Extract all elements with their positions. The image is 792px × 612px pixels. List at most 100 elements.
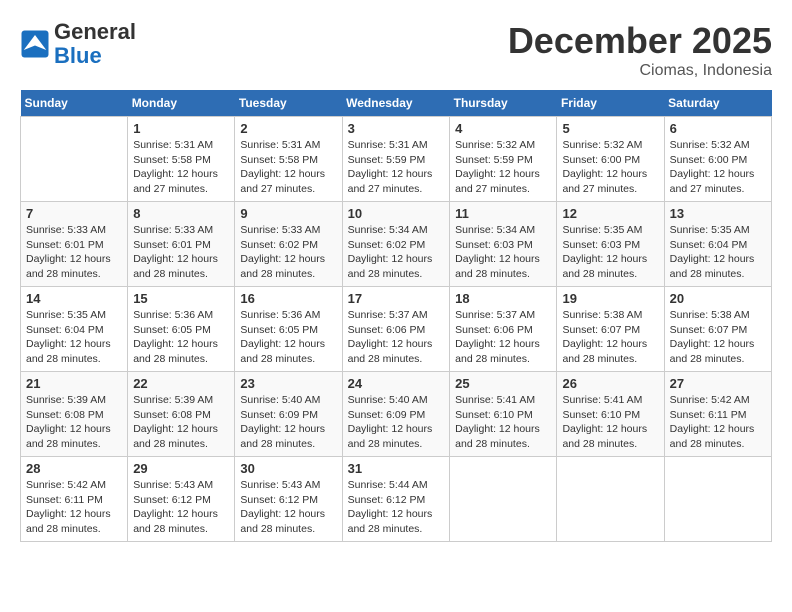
day-info: Sunrise: 5:31 AM Sunset: 5:58 PM Dayligh… <box>240 138 336 197</box>
day-info: Sunrise: 5:41 AM Sunset: 6:10 PM Dayligh… <box>562 393 658 452</box>
calendar-week-row: 28 Sunrise: 5:42 AM Sunset: 6:11 PM Dayli… <box>21 457 772 542</box>
day-info: Sunrise: 5:38 AM Sunset: 6:07 PM Dayligh… <box>562 308 658 367</box>
calendar-week-row: 7Sunrise: 5:33 AM Sunset: 6:01 PM Daylig… <box>21 202 772 287</box>
day-number: 15 <box>133 291 229 306</box>
calendar-cell: 31 Sunrise: 5:44 AM Sunset: 6:12 PM Dayli… <box>342 457 450 542</box>
calendar-cell: 29Sunrise: 5:43 AM Sunset: 6:12 PM Dayli… <box>128 457 235 542</box>
day-info: Sunrise: 5:35 AM Sunset: 6:04 PM Dayligh… <box>26 308 122 367</box>
weekday-header: Friday <box>557 90 664 117</box>
day-number: 31 <box>348 461 445 476</box>
day-info: Sunrise: 5:40 AM Sunset: 6:09 PM Dayligh… <box>240 393 336 452</box>
calendar-week-row: 21 Sunrise: 5:39 AM Sunset: 6:08 PM Dayli… <box>21 372 772 457</box>
day-info: Sunrise: 5:42 AM Sunset: 6:11 PM Dayligh… <box>26 478 122 537</box>
day-info: Sunrise: 5:32 AM Sunset: 6:00 PM Dayligh… <box>670 138 766 197</box>
day-info: Sunrise: 5:36 AM Sunset: 6:05 PM Dayligh… <box>133 308 229 367</box>
day-info: Sunrise: 5:35 AM Sunset: 6:03 PM Dayligh… <box>562 223 658 282</box>
logo-text: General Blue <box>54 20 136 68</box>
day-number: 6 <box>670 121 766 136</box>
day-info: Sunrise: 5:43 AM Sunset: 6:12 PM Dayligh… <box>133 478 229 537</box>
logo: General Blue <box>20 20 136 68</box>
calendar-cell: 24 Sunrise: 5:40 AM Sunset: 6:09 PM Dayli… <box>342 372 450 457</box>
day-info: Sunrise: 5:40 AM Sunset: 6:09 PM Dayligh… <box>348 393 445 452</box>
day-number: 4 <box>455 121 551 136</box>
day-info: Sunrise: 5:35 AM Sunset: 6:04 PM Dayligh… <box>670 223 766 282</box>
day-number: 26 <box>562 376 658 391</box>
weekday-header: Thursday <box>450 90 557 117</box>
logo-line2: Blue <box>54 43 102 68</box>
day-info: Sunrise: 5:33 AM Sunset: 6:01 PM Dayligh… <box>133 223 229 282</box>
day-number: 13 <box>670 206 766 221</box>
logo-icon <box>20 29 50 59</box>
day-number: 10 <box>348 206 445 221</box>
day-number: 16 <box>240 291 336 306</box>
day-number: 24 <box>348 376 445 391</box>
calendar-cell: 21 Sunrise: 5:39 AM Sunset: 6:08 PM Dayli… <box>21 372 128 457</box>
day-info: Sunrise: 5:39 AM Sunset: 6:08 PM Dayligh… <box>133 393 229 452</box>
day-info: Sunrise: 5:32 AM Sunset: 5:59 PM Dayligh… <box>455 138 551 197</box>
calendar-cell: 2 Sunrise: 5:31 AM Sunset: 5:58 PM Daylig… <box>235 117 342 202</box>
calendar-cell: 25Sunrise: 5:41 AM Sunset: 6:10 PM Dayli… <box>450 372 557 457</box>
day-number: 11 <box>455 206 551 221</box>
title-area: December 2025 Ciomas, Indonesia <box>508 20 772 80</box>
day-number: 12 <box>562 206 658 221</box>
day-number: 14 <box>26 291 122 306</box>
day-info: Sunrise: 5:42 AM Sunset: 6:11 PM Dayligh… <box>670 393 766 452</box>
day-number: 8 <box>133 206 229 221</box>
day-info: Sunrise: 5:39 AM Sunset: 6:08 PM Dayligh… <box>26 393 122 452</box>
location: Ciomas, Indonesia <box>508 62 772 80</box>
day-number: 1 <box>133 121 229 136</box>
day-number: 20 <box>670 291 766 306</box>
weekday-header: Saturday <box>664 90 771 117</box>
day-number: 23 <box>240 376 336 391</box>
day-number: 18 <box>455 291 551 306</box>
calendar-cell: 7Sunrise: 5:33 AM Sunset: 6:01 PM Daylig… <box>21 202 128 287</box>
day-info: Sunrise: 5:34 AM Sunset: 6:02 PM Dayligh… <box>348 223 445 282</box>
day-number: 3 <box>348 121 445 136</box>
day-number: 2 <box>240 121 336 136</box>
calendar-cell: 11 Sunrise: 5:34 AM Sunset: 6:03 PM Dayli… <box>450 202 557 287</box>
calendar-cell: 9Sunrise: 5:33 AM Sunset: 6:02 PM Daylig… <box>235 202 342 287</box>
day-info: Sunrise: 5:31 AM Sunset: 5:59 PM Dayligh… <box>348 138 445 197</box>
calendar-cell: 6 Sunrise: 5:32 AM Sunset: 6:00 PM Daylig… <box>664 117 771 202</box>
day-info: Sunrise: 5:36 AM Sunset: 6:05 PM Dayligh… <box>240 308 336 367</box>
calendar-cell: 1 Sunrise: 5:31 AM Sunset: 5:58 PM Daylig… <box>128 117 235 202</box>
day-number: 17 <box>348 291 445 306</box>
calendar-cell <box>557 457 664 542</box>
day-info: Sunrise: 5:33 AM Sunset: 6:01 PM Dayligh… <box>26 223 122 282</box>
day-number: 30 <box>240 461 336 476</box>
calendar-cell: 14 Sunrise: 5:35 AM Sunset: 6:04 PM Dayli… <box>21 287 128 372</box>
calendar-cell <box>664 457 771 542</box>
calendar-table: SundayMondayTuesdayWednesdayThursdayFrid… <box>20 90 772 542</box>
calendar-cell: 15 Sunrise: 5:36 AM Sunset: 6:05 PM Dayli… <box>128 287 235 372</box>
day-info: Sunrise: 5:37 AM Sunset: 6:06 PM Dayligh… <box>455 308 551 367</box>
day-info: Sunrise: 5:37 AM Sunset: 6:06 PM Dayligh… <box>348 308 445 367</box>
day-number: 5 <box>562 121 658 136</box>
day-info: Sunrise: 5:31 AM Sunset: 5:58 PM Dayligh… <box>133 138 229 197</box>
weekday-header: Monday <box>128 90 235 117</box>
calendar-cell: 23 Sunrise: 5:40 AM Sunset: 6:09 PM Dayli… <box>235 372 342 457</box>
calendar-cell: 26 Sunrise: 5:41 AM Sunset: 6:10 PM Dayli… <box>557 372 664 457</box>
calendar-cell: 30 Sunrise: 5:43 AM Sunset: 6:12 PM Dayli… <box>235 457 342 542</box>
calendar-cell: 16 Sunrise: 5:36 AM Sunset: 6:05 PM Dayli… <box>235 287 342 372</box>
calendar-cell: 13 Sunrise: 5:35 AM Sunset: 6:04 PM Dayli… <box>664 202 771 287</box>
calendar-cell: 27Sunrise: 5:42 AM Sunset: 6:11 PM Dayli… <box>664 372 771 457</box>
day-number: 19 <box>562 291 658 306</box>
day-info: Sunrise: 5:38 AM Sunset: 6:07 PM Dayligh… <box>670 308 766 367</box>
logo-line1: General <box>54 19 136 44</box>
calendar-cell: 10 Sunrise: 5:34 AM Sunset: 6:02 PM Dayli… <box>342 202 450 287</box>
calendar-cell: 5 Sunrise: 5:32 AM Sunset: 6:00 PM Daylig… <box>557 117 664 202</box>
day-info: Sunrise: 5:43 AM Sunset: 6:12 PM Dayligh… <box>240 478 336 537</box>
calendar-cell: 20 Sunrise: 5:38 AM Sunset: 6:07 PM Dayli… <box>664 287 771 372</box>
day-number: 28 <box>26 461 122 476</box>
weekday-header: Tuesday <box>235 90 342 117</box>
day-number: 22 <box>133 376 229 391</box>
calendar-cell: 8 Sunrise: 5:33 AM Sunset: 6:01 PM Daylig… <box>128 202 235 287</box>
day-info: Sunrise: 5:44 AM Sunset: 6:12 PM Dayligh… <box>348 478 445 537</box>
day-info: Sunrise: 5:34 AM Sunset: 6:03 PM Dayligh… <box>455 223 551 282</box>
calendar-cell: 4 Sunrise: 5:32 AM Sunset: 5:59 PM Daylig… <box>450 117 557 202</box>
day-number: 21 <box>26 376 122 391</box>
day-info: Sunrise: 5:32 AM Sunset: 6:00 PM Dayligh… <box>562 138 658 197</box>
day-info: Sunrise: 5:41 AM Sunset: 6:10 PM Dayligh… <box>455 393 551 452</box>
calendar-cell: 12 Sunrise: 5:35 AM Sunset: 6:03 PM Dayli… <box>557 202 664 287</box>
weekday-header: Sunday <box>21 90 128 117</box>
